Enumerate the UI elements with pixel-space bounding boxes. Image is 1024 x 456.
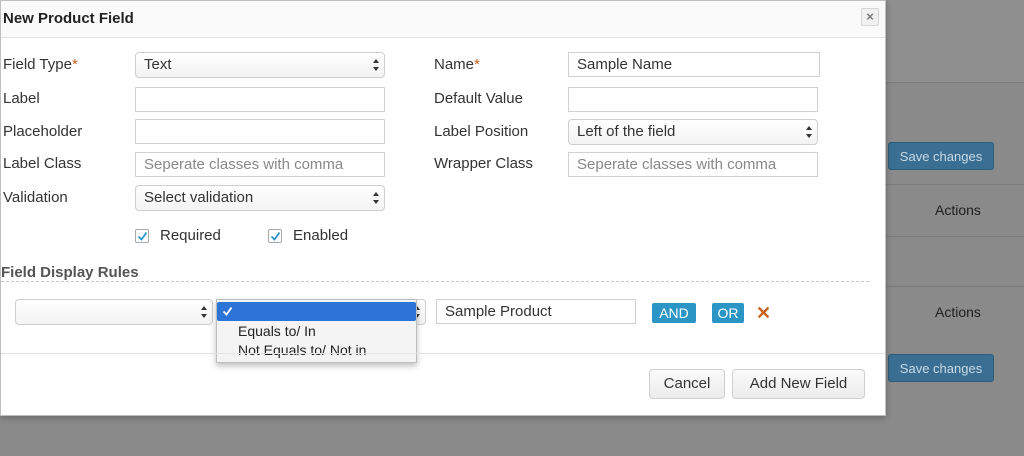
- validation-select[interactable]: Select validation: [135, 185, 385, 211]
- actions-column-footer: Actions: [935, 304, 981, 320]
- rule-value-input[interactable]: Sample Product: [436, 299, 636, 324]
- dropdown-selected-option[interactable]: [217, 302, 416, 321]
- select-arrows-icon: [373, 59, 379, 71]
- field-type-select-value: Text: [144, 56, 172, 73]
- section-divider: [1, 281, 869, 282]
- modal-header: New Product Field ×: [1, 1, 885, 38]
- modal-footer-divider: [1, 353, 885, 354]
- field-type-select[interactable]: Text: [135, 52, 385, 78]
- name-label: Name*: [434, 56, 480, 73]
- remove-rule-icon[interactable]: ✕: [756, 303, 771, 324]
- close-icon[interactable]: ×: [861, 8, 879, 26]
- checkmark-icon: [137, 231, 148, 241]
- modal-title: New Product Field: [3, 10, 134, 27]
- label-position-label: Label Position: [434, 123, 529, 140]
- label-label: Label: [3, 90, 40, 107]
- label-class-input[interactable]: Seperate classes with comma: [135, 152, 385, 177]
- wrapper-class-input[interactable]: Seperate classes with comma: [568, 152, 818, 177]
- background-divider: [886, 286, 1024, 287]
- field-type-label: Field Type*: [3, 56, 78, 73]
- label-input[interactable]: [135, 87, 385, 112]
- required-checkbox[interactable]: [135, 229, 149, 243]
- enabled-checkbox-label[interactable]: Enabled: [293, 227, 348, 244]
- label-position-select-value: Left of the field: [577, 123, 676, 140]
- actions-column-header: Actions: [935, 202, 981, 218]
- save-changes-button-bottom[interactable]: Save changes: [888, 354, 994, 382]
- select-arrows-icon: [201, 306, 207, 318]
- and-button[interactable]: AND: [652, 303, 696, 323]
- background-divider: [886, 184, 1024, 185]
- label-class-label: Label Class: [3, 155, 82, 172]
- select-arrows-icon: [373, 192, 379, 204]
- select-arrows-icon: [806, 126, 812, 138]
- name-input[interactable]: Sample Name: [568, 52, 820, 77]
- add-new-field-button[interactable]: Add New Field: [732, 369, 865, 399]
- background-header-strip: [886, 0, 1024, 83]
- required-checkbox-label[interactable]: Required: [160, 227, 221, 244]
- default-value-label: Default Value: [434, 90, 523, 107]
- checkmark-icon: [270, 231, 281, 241]
- placeholder-input[interactable]: [135, 119, 385, 144]
- enabled-checkbox[interactable]: [268, 229, 282, 243]
- rule-field-select[interactable]: [15, 299, 213, 325]
- dropdown-option-equals[interactable]: Equals to/ In: [238, 323, 316, 339]
- label-position-select[interactable]: Left of the field: [568, 119, 818, 145]
- validation-select-value: Select validation: [144, 189, 254, 206]
- background-divider: [886, 236, 1024, 237]
- new-product-field-modal: New Product Field × Field Type* Text Nam…: [0, 0, 886, 416]
- wrapper-class-label: Wrapper Class: [434, 155, 533, 172]
- default-value-input[interactable]: [568, 87, 818, 112]
- checkmark-icon: [222, 306, 233, 316]
- validation-label: Validation: [3, 189, 68, 206]
- cancel-button[interactable]: Cancel: [649, 369, 725, 399]
- save-changes-button-top[interactable]: Save changes: [888, 142, 994, 170]
- dropdown-option-not-equals[interactable]: Not Equals to/ Not in: [238, 342, 366, 358]
- or-button[interactable]: OR: [712, 303, 744, 323]
- field-display-rules-title: Field Display Rules: [1, 264, 139, 281]
- placeholder-label: Placeholder: [3, 123, 83, 140]
